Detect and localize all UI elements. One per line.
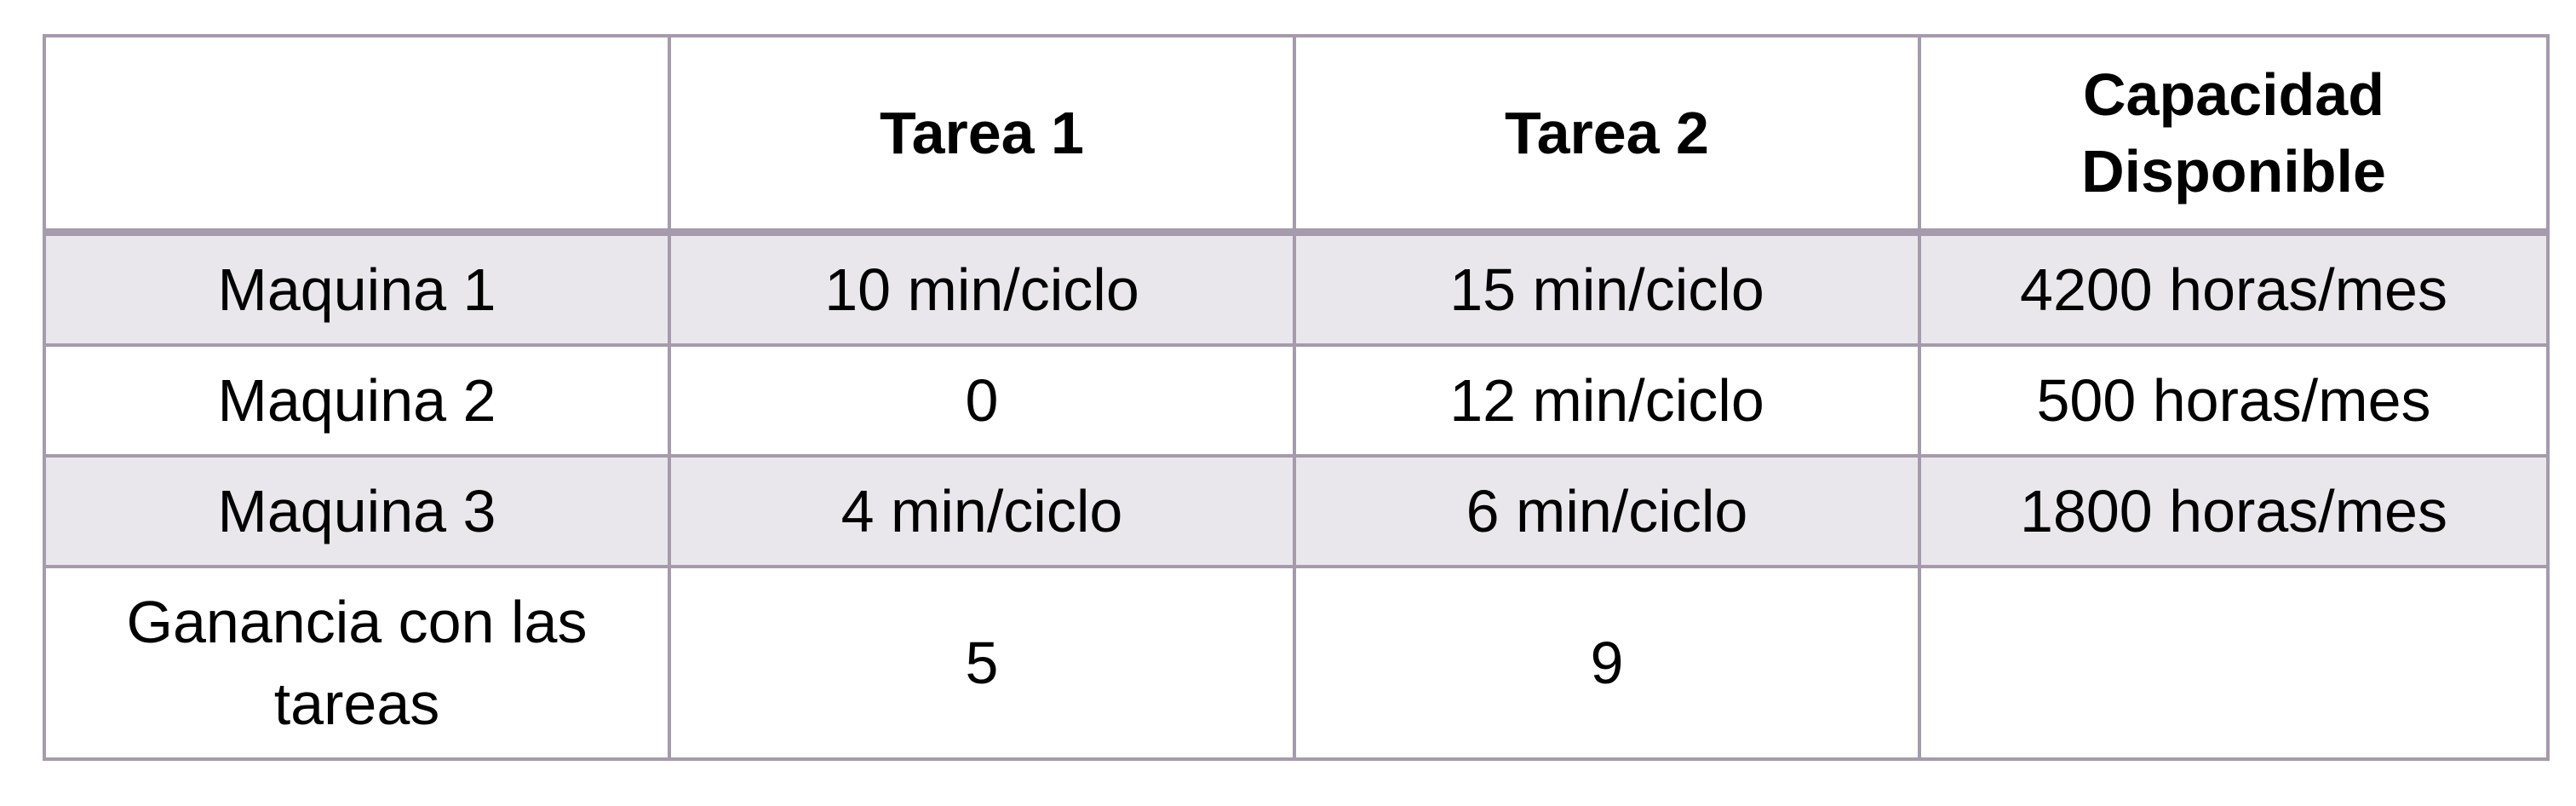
table-cell: 500 horas/mes — [1918, 343, 2550, 458]
table-body: Maquina 1 10 min/ciclo 15 min/ciclo 4200… — [43, 230, 2550, 761]
table-row: Maquina 1 10 min/ciclo 15 min/ciclo 4200… — [43, 230, 2550, 347]
table-row: Maquina 3 4 min/ciclo 6 min/ciclo 1800 h… — [43, 454, 2550, 568]
table-cell: 15 min/ciclo — [1293, 230, 1921, 347]
header-cell-tarea-1: Tarea 1 — [668, 34, 1296, 236]
row-label-cell: Maquina 2 — [43, 343, 671, 458]
row-label-cell: Maquina 1 — [43, 230, 671, 347]
table-cell: 0 — [668, 343, 1296, 458]
table-cell: 4200 horas/mes — [1918, 230, 2550, 347]
table-cell: 1800 horas/mes — [1918, 454, 2550, 568]
table-cell — [1918, 565, 2550, 761]
table-cell: 12 min/ciclo — [1293, 343, 1921, 458]
row-label-cell: Ganancia con las tareas — [43, 565, 671, 761]
table-row: Maquina 2 0 12 min/ciclo 500 horas/mes — [43, 343, 2550, 458]
header-cell-tarea-2: Tarea 2 — [1293, 34, 1921, 236]
header-cell-capacidad-disponible: Capacidad Disponible — [1918, 34, 2550, 236]
table-cell: 6 min/ciclo — [1293, 454, 1921, 568]
data-table: Tarea 1 Tarea 2 Capacidad Disponible Maq… — [43, 34, 2550, 761]
header-cell-empty — [43, 34, 671, 236]
table-cell: 10 min/ciclo — [668, 230, 1296, 347]
table-header: Tarea 1 Tarea 2 Capacidad Disponible — [43, 34, 2550, 236]
table-cell: 9 — [1293, 565, 1921, 761]
table-cell: 4 min/ciclo — [668, 454, 1296, 568]
table-cell: 5 — [668, 565, 1296, 761]
table-row: Ganancia con las tareas 5 9 — [43, 565, 2550, 761]
header-row: Tarea 1 Tarea 2 Capacidad Disponible — [43, 34, 2550, 236]
row-label-cell: Maquina 3 — [43, 454, 671, 568]
